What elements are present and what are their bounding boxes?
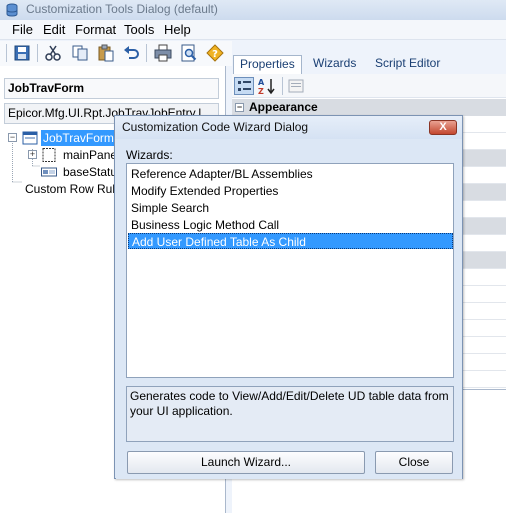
wizard-item[interactable]: Business Logic Method Call <box>128 217 453 233</box>
category-label: Appearance <box>249 100 318 114</box>
menu-bar: File Edit Format Tools Help <box>0 20 506 40</box>
tree-node-label: Custom Row Rules <box>25 182 128 196</box>
menu-help[interactable]: Help <box>164 22 191 38</box>
help-icon[interactable]: ? <box>206 44 224 62</box>
wizard-item[interactable]: Simple Search <box>128 200 453 216</box>
sort-alphabetical-icon[interactable]: A Z <box>257 77 277 95</box>
wizards-label: Wizards: <box>126 148 173 162</box>
tree-node-custom-row-rules[interactable]: Custom Row Rules <box>4 181 128 197</box>
form-name-field[interactable]: JobTravForm <box>4 78 219 99</box>
code-wizard-dialog: Customization Code Wizard Dialog X Wizar… <box>114 115 463 479</box>
wizard-item-selected[interactable]: Add User Defined Table As Child <box>128 233 453 249</box>
wizard-item[interactable]: Modify Extended Properties <box>128 183 453 199</box>
toolbar-separator <box>146 44 147 62</box>
statusbar-icon <box>41 167 57 177</box>
form-icon <box>22 131 38 145</box>
menu-file[interactable]: File <box>12 22 33 38</box>
property-pages-icon[interactable] <box>288 78 304 94</box>
print-icon[interactable] <box>154 44 172 62</box>
tab-wizards[interactable]: Wizards <box>307 55 362 74</box>
tree-node-basestatus[interactable]: baseStatus <box>24 164 124 180</box>
tree-node-label: JobTravForm <box>41 130 116 146</box>
menu-format[interactable]: Format <box>75 22 116 38</box>
close-button[interactable]: Close <box>375 451 453 474</box>
customization-tools-window: Customization Tools Dialog (default) Fil… <box>0 0 506 513</box>
tree-node-jobtravform[interactable]: − JobTravForm <box>4 130 124 146</box>
svg-text:?: ? <box>212 49 218 60</box>
dialog-title-bar[interactable]: Customization Code Wizard Dialog <box>115 116 462 139</box>
dialog-body: Wizards: Reference Adapter/BL Assemblies… <box>116 139 462 479</box>
wizard-list[interactable]: Reference Adapter/BL Assemblies Modify E… <box>126 163 454 378</box>
paste-icon[interactable] <box>97 44 115 62</box>
tab-strip: Properties Wizards Script Editor <box>232 52 506 74</box>
category-appearance[interactable]: − Appearance <box>232 99 506 116</box>
menu-edit[interactable]: Edit <box>43 22 65 38</box>
print-preview-icon[interactable] <box>180 44 198 62</box>
tree-node-label: mainPanel <box>63 148 120 162</box>
svg-text:Z: Z <box>258 87 264 95</box>
toolbar-grip <box>6 44 7 62</box>
tab-script-editor[interactable]: Script Editor <box>369 55 446 74</box>
main-toolbar: ? <box>0 41 232 66</box>
tree-node-mainpanel[interactable]: + mainPanel <box>24 147 124 163</box>
toolbar-separator <box>37 44 38 62</box>
window-title: Customization Tools Dialog (default) <box>26 2 218 16</box>
launch-wizard-button[interactable]: Launch Wizard... <box>127 451 365 474</box>
menu-tools[interactable]: Tools <box>124 22 154 38</box>
dialog-title: Customization Code Wizard Dialog <box>122 120 309 134</box>
copy-icon[interactable] <box>71 44 89 62</box>
collapse-expander[interactable]: − <box>8 133 17 142</box>
panel-icon <box>42 148 56 162</box>
property-toolbar: A Z <box>232 74 506 98</box>
collapse-expander[interactable]: − <box>235 103 244 112</box>
wizard-item[interactable]: Reference Adapter/BL Assemblies <box>128 166 453 182</box>
undo-icon[interactable] <box>122 44 140 62</box>
expand-expander[interactable]: + <box>28 150 37 159</box>
categorized-icon[interactable] <box>234 77 254 95</box>
svg-text:A: A <box>258 78 265 87</box>
close-icon[interactable]: X <box>429 120 457 135</box>
wizard-description: Generates code to View/Add/Edit/Delete U… <box>126 386 454 442</box>
database-icon <box>6 3 18 17</box>
tab-properties[interactable]: Properties <box>233 55 302 74</box>
window-title-bar[interactable]: Customization Tools Dialog (default) <box>0 0 506 20</box>
toolbar-separator <box>282 77 283 95</box>
save-icon[interactable] <box>13 44 31 62</box>
cut-icon[interactable] <box>44 44 62 62</box>
